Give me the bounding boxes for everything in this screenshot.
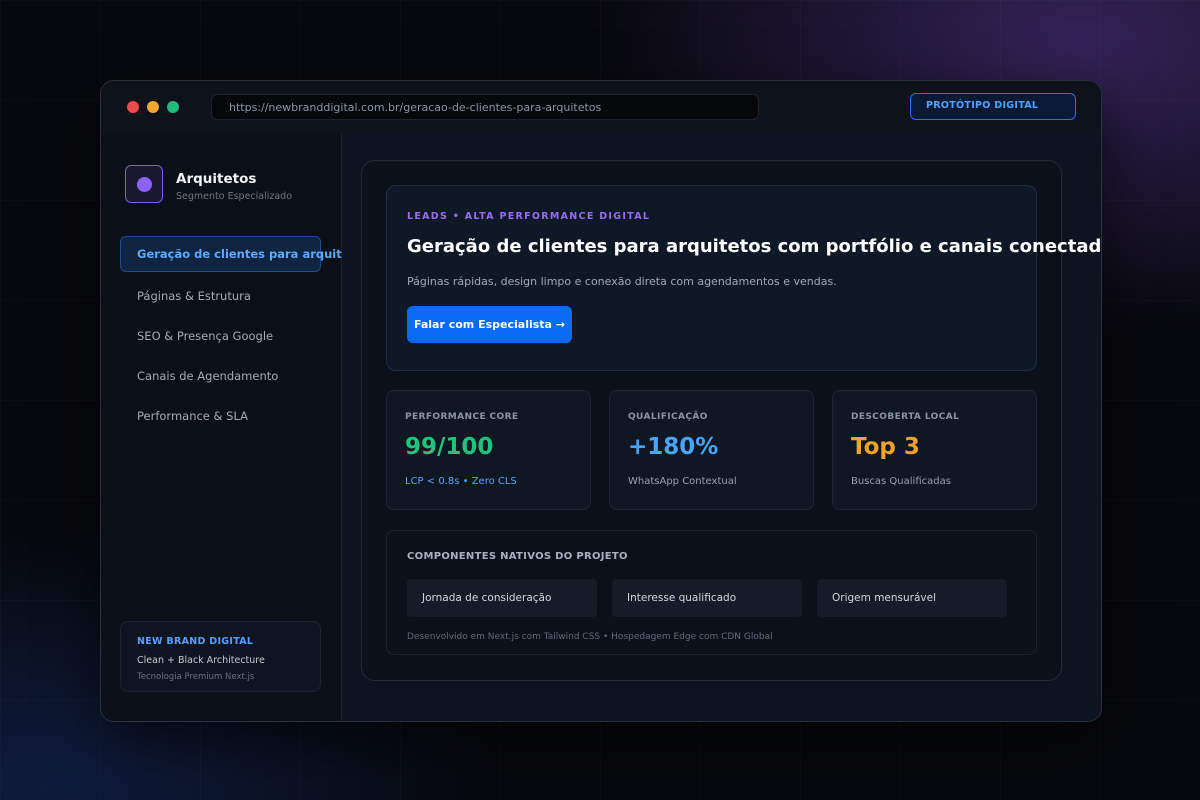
hero-description: Páginas rápidas, design limpo e conexão … (407, 275, 837, 288)
close-window-dot[interactable] (127, 101, 139, 113)
browser-titlebar: https://newbranddigital.com.br/geracao-d… (101, 81, 1101, 134)
sidebar-item-canais-agendamento[interactable]: Canais de Agendamento (120, 358, 321, 394)
metric-subtext: WhatsApp Contextual (628, 476, 737, 487)
content-panel: LEADS • ALTA PERFORMANCE DIGITAL Geração… (361, 160, 1101, 681)
metric-label: DESCOBERTA LOCAL (851, 412, 960, 422)
metric-card-descoberta: DESCOBERTA LOCAL Top 3 Buscas Qualificad… (832, 390, 1037, 510)
component-chip[interactable]: Origem mensurável (817, 579, 1007, 617)
metric-subtext: Buscas Qualificadas (851, 476, 951, 487)
sidebar-item-paginas-estrutura[interactable]: Páginas & Estrutura (120, 278, 321, 314)
metric-value: +180% (628, 434, 719, 460)
component-chip[interactable]: Interesse qualificado (612, 579, 802, 617)
address-bar[interactable]: https://newbranddigital.com.br/geracao-d… (211, 94, 759, 120)
metric-value: Top 3 (851, 434, 920, 460)
minimize-window-dot[interactable] (147, 101, 159, 113)
brand-logo-dot (137, 177, 152, 192)
browser-window: https://newbranddigital.com.br/geracao-d… (100, 80, 1102, 722)
metric-label: PERFORMANCE CORE (405, 412, 519, 422)
metric-card-qualificacao: QUALIFICAÇÃO +180% WhatsApp Contextual (609, 390, 814, 510)
footer-tech: Tecnologia Premium Next.js (137, 672, 255, 682)
maximize-window-dot[interactable] (167, 101, 179, 113)
hero-title: Geração de clientes para arquitetos com … (407, 236, 1102, 257)
prototype-badge: PROTÓTIPO DIGITAL (910, 93, 1076, 120)
brand-logo-icon (125, 165, 163, 203)
component-chip[interactable]: Jornada de consideração (407, 579, 597, 617)
footer-tagline: Clean + Black Architecture (137, 655, 265, 666)
metric-value: 99/100 (405, 434, 494, 460)
components-title: COMPONENTES NATIVOS DO PROJETO (407, 551, 628, 562)
sidebar-item-performance-sla[interactable]: Performance & SLA (120, 398, 321, 434)
brand-title: Arquitetos (176, 171, 257, 187)
components-footer-note: Desenvolvido em Next.js com Tailwind CSS… (407, 632, 773, 642)
sidebar-item-seo-google[interactable]: SEO & Presença Google (120, 318, 321, 354)
cta-button[interactable]: Falar com Especialista → (407, 306, 572, 343)
brand-subtitle: Segmento Especializado (176, 191, 293, 202)
sidebar: Arquitetos Segmento Especializado Geraçã… (101, 133, 370, 721)
sidebar-footer-card: NEW BRAND DIGITAL Clean + Black Architec… (120, 621, 321, 692)
hero-section: LEADS • ALTA PERFORMANCE DIGITAL Geração… (386, 185, 1101, 371)
hero-eyebrow: LEADS • ALTA PERFORMANCE DIGITAL (407, 211, 651, 222)
metric-subtext: LCP < 0.8s • Zero CLS (405, 476, 517, 487)
components-section: COMPONENTES NATIVOS DO PROJETO Jornada d… (386, 530, 1037, 655)
main-content: LEADS • ALTA PERFORMANCE DIGITAL Geração… (342, 133, 1101, 721)
footer-brand-title: NEW BRAND DIGITAL (137, 636, 254, 647)
metric-card-performance: PERFORMANCE CORE 99/100 LCP < 0.8s • Zer… (386, 390, 591, 510)
sidebar-item-geracao-clientes[interactable]: Geração de clientes para arquitetos (120, 236, 370, 272)
metric-label: QUALIFICAÇÃO (628, 412, 708, 422)
